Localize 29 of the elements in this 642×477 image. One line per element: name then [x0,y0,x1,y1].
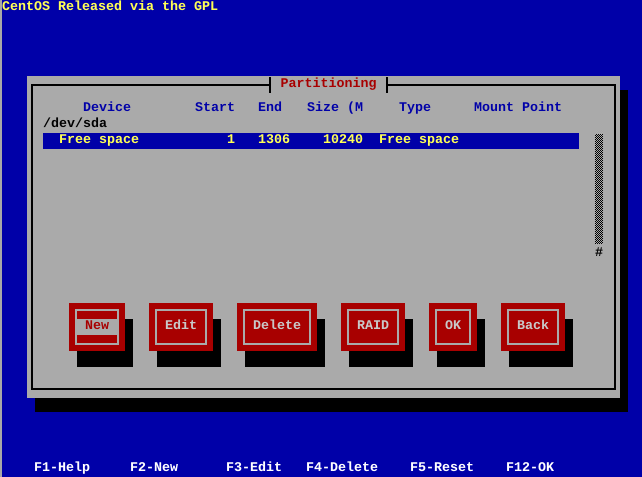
table-cell-text: Free space [58,133,140,149]
table-cell-text: 10240 [322,133,363,149]
dialog-button[interactable]: Back [501,303,565,351]
table-cell-text: Free space [378,133,460,149]
hotkey-hint: F2-New [130,461,179,477]
hotkey-hint: F5-Reset [410,461,475,477]
column-header: Device [82,101,132,117]
dialog-title: Partitioning [268,77,388,93]
hotkey-hint: F3-Edit [226,461,283,477]
drive-name: /dev/sda [43,117,107,133]
hotkey-hint: F12-OK [506,461,555,477]
dialog-button[interactable]: RAID [341,303,405,351]
scroll-thumb[interactable]: # [595,246,603,262]
release-title: CentOS Released via the GPL [2,0,218,16]
hotkey-hint: F1-Help [34,461,91,477]
dialog-button[interactable]: Edit [149,303,213,351]
column-header: Start [194,101,235,117]
hotkey-hint: F4-Delete [306,461,379,477]
column-header: End [257,101,283,117]
scrollbar[interactable] [595,134,603,244]
dialog-button[interactable]: New [69,303,125,351]
column-header: Type [398,101,432,117]
partition-row[interactable]: Free space 1 1306 10240 Free space [43,133,579,149]
column-header: Size (M [306,101,363,117]
dialog-button[interactable]: OK [429,303,477,351]
dialog-button[interactable]: Delete [237,303,317,351]
table-cell-text: 1 [226,133,235,149]
column-header: Mount Point [473,101,563,117]
table-cell-text: 1306 [257,133,291,149]
